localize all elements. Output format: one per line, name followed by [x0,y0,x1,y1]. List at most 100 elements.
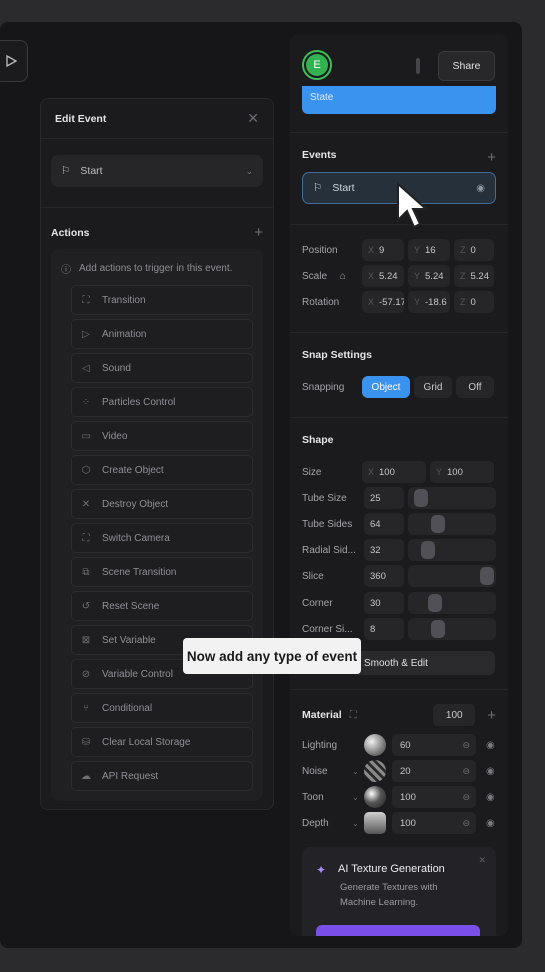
position-y-input[interactable]: Y 16 [408,239,450,261]
slider-thumb[interactable] [420,541,435,559]
shape-slider-value[interactable]: 30 [364,592,404,614]
size-x-input[interactable]: X 100 [362,461,426,483]
add-material-icon[interactable]: + [487,707,496,724]
state-button[interactable]: State [302,86,496,114]
scale-y-input[interactable]: Y 5.24 [408,265,450,287]
add-action-icon[interactable]: + [254,224,263,241]
size-y-input[interactable]: Y 100 [430,461,494,483]
lock-icon[interactable]: ⊖ [462,740,470,751]
action-item[interactable]: ◁ Sound [71,353,253,383]
material-value-input[interactable]: 100 ⊖ [392,812,476,834]
material-preview-icon[interactable] [364,812,386,834]
smooth-edit-button[interactable]: Smooth & Edit [354,651,495,675]
shape-slider-track[interactable] [408,565,496,587]
sparkle-icon: ✦ [316,863,327,877]
snap-option-grid[interactable]: Grid [414,376,452,398]
position-x-input[interactable]: X9 [362,239,404,261]
action-item[interactable]: ☁ API Request [71,761,253,791]
eye-icon[interactable]: ◉ [486,818,495,829]
more-icon[interactable] [416,58,420,74]
share-button[interactable]: Share [438,51,495,81]
shape-slider-track[interactable] [408,592,496,614]
slider-thumb[interactable] [431,620,445,638]
lock-icon[interactable]: ⊖ [462,766,470,777]
chevron-down-icon[interactable]: ⌄ [352,819,364,828]
rotation-y-input[interactable]: Y -18.6 [408,291,450,313]
snap-option-object[interactable]: Object [362,376,410,398]
material-value-input[interactable]: 100 ⊖ [392,786,476,808]
action-item[interactable]: ▭ Video [71,421,253,451]
action-item[interactable]: ⑂ Conditional [71,693,253,723]
rotation-row: Rotation X -57.17 Y -18.6 Z0 [302,291,498,313]
chevron-down-icon[interactable]: ⌄ [352,793,364,802]
chevron-down-icon[interactable]: ⌄ [352,767,364,776]
ai-generate-button[interactable] [316,925,480,936]
slider-thumb[interactable] [413,489,428,507]
tutorial-tooltip: Now add any type of event [183,638,361,674]
scene-icon: ⧉ [82,566,90,578]
shape-slider-track[interactable] [408,513,496,535]
slider-thumb[interactable] [480,567,494,585]
play-icon [6,54,18,68]
shape-slider-value[interactable]: 25 [364,487,404,509]
material-preview-icon[interactable] [364,786,386,808]
avatar-letter: E [306,54,328,76]
action-item[interactable]: ⛁ Clear Local Storage [71,727,253,757]
rotation-z-input[interactable]: Z0 [454,291,494,313]
slider-thumb[interactable] [427,594,442,612]
cloud-icon: ☁ [81,770,91,782]
lock-icon[interactable]: ⌂ [340,271,346,282]
scale-z-input[interactable]: Z 5.24 [454,265,494,287]
expand-icon[interactable]: ⛶ [350,710,357,721]
info-icon: ⓘ [61,264,71,276]
lock-icon[interactable]: ⊖ [462,818,470,829]
action-item[interactable]: ⛶ Switch Camera [71,523,253,553]
close-icon[interactable]: ✕ [478,855,486,866]
event-select-value: Start [80,165,103,177]
action-item[interactable]: ▷ Animation [71,319,253,349]
material-preview-icon[interactable] [364,760,386,782]
snap-option-off[interactable]: Off [456,376,494,398]
action-item[interactable]: ⛶ Transition [71,285,253,315]
add-event-icon[interactable]: + [487,149,496,166]
shape-slider-label: Tube Sides [302,518,353,530]
action-item[interactable]: ⧉ Scene Transition [71,557,253,587]
shape-slider-value[interactable]: 360 [364,565,404,587]
scale-x-input[interactable]: X 5.24 [362,265,404,287]
material-value-input[interactable]: 20 ⊖ [392,760,476,782]
event-select-dropdown[interactable]: ⚐ Start ⌄ [51,155,263,187]
eye-icon[interactable]: ◉ [476,183,485,194]
material-value-input[interactable]: 60 ⊖ [392,734,476,756]
avatar[interactable]: E [302,50,332,80]
play-button[interactable] [0,40,28,82]
shape-slider-label: Corner Si... [302,623,353,635]
lock-icon[interactable]: ⊖ [462,792,470,803]
rotation-x-input[interactable]: X -57.17 [362,291,404,313]
eye-icon[interactable]: ◉ [486,792,495,803]
ai-texture-card: ✦ AI Texture Generation ✕ Generate Textu… [302,847,496,936]
position-z-input[interactable]: Z0 [454,239,494,261]
shape-slider-track[interactable] [408,618,496,640]
actions-hint-text: Add actions to trigger in this event. [79,262,233,274]
eye-icon[interactable]: ◉ [486,740,495,751]
reset-icon: ↺ [81,600,91,612]
particles-icon: ⁘ [81,396,91,408]
material-preview-icon[interactable] [364,734,386,756]
action-item-label: Animation [102,328,147,340]
material-row: Lighting 60 ⊖ ◉ [302,734,495,756]
shape-slider-value[interactable]: 64 [364,513,404,535]
shape-slider-row: Radial Sid... 32 [302,539,496,561]
shape-slider-value[interactable]: 32 [364,539,404,561]
action-item[interactable]: ⬡ Create Object [71,455,253,485]
shape-slider-track[interactable] [408,487,496,509]
action-item[interactable]: ↺ Reset Scene [71,591,253,621]
action-item[interactable]: ✕ Destroy Object [71,489,253,519]
action-item[interactable]: ⁘ Particles Control [71,387,253,417]
slider-thumb[interactable] [431,515,445,533]
eye-icon[interactable]: ◉ [486,766,495,777]
shape-slider-row: Slice 360 [302,565,496,587]
close-icon[interactable]: ✕ [247,110,259,127]
material-opacity-input[interactable]: 100 [433,704,476,726]
shape-slider-track[interactable] [408,539,496,561]
shape-slider-value[interactable]: 8 [364,618,404,640]
